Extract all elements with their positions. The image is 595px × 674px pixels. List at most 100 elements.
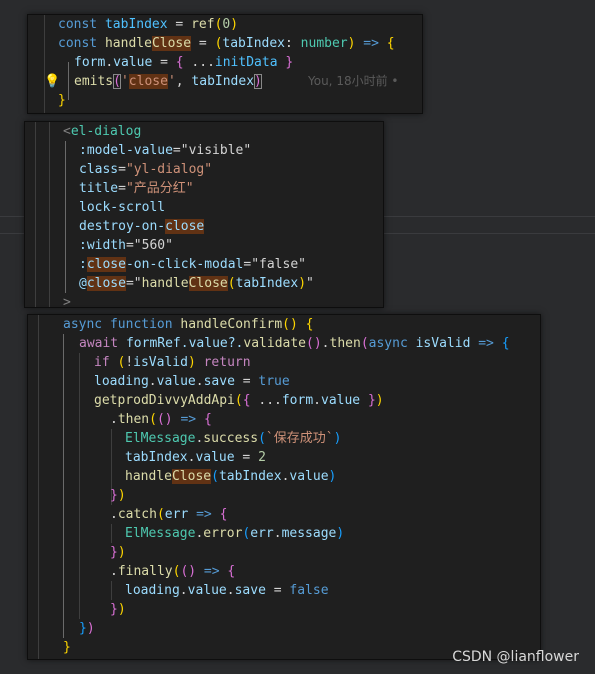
token-bracket: } (79, 621, 87, 636)
token-operator: ... (191, 55, 215, 70)
search-highlight: close (86, 276, 126, 291)
token-tag: el-dialog (70, 124, 142, 139)
token-attribute: :model-value (79, 143, 173, 158)
code-panel-script-top: const tabIndex = ref(0) const handleClos… (27, 14, 423, 114)
code-line: destroy-on-close (79, 217, 205, 236)
token-function: emits (74, 74, 114, 89)
token-punctuation: . (105, 55, 114, 70)
token-number: 2 (258, 450, 266, 465)
token-tag-bracket: < (63, 124, 71, 139)
code-line: <el-dialog (63, 122, 141, 141)
token-string: "产品分红" (125, 181, 194, 196)
token-punctuation: . (273, 526, 282, 541)
token-attribute: lock-scroll (79, 200, 166, 215)
token-keyword: async (63, 317, 103, 332)
token-type: number (300, 36, 348, 51)
token-property: value (156, 374, 196, 389)
code-line: :close-on-click-modal="false" (79, 255, 306, 274)
token-variable: formRef (125, 336, 181, 351)
token-function: getprodDivvyAddApi (94, 393, 235, 408)
token-bracket: ) (187, 355, 204, 370)
token-bracket: { (227, 564, 236, 579)
token-keyword: function (109, 317, 173, 332)
token-bracket: ) (86, 621, 95, 636)
token-function: ref (191, 17, 215, 32)
token-bracket: ) (333, 431, 342, 446)
token-bracket: { (386, 36, 395, 51)
code-line: > (63, 295, 71, 308)
code-editor[interactable]: <el-dialog :model-value="visible" class=… (25, 122, 383, 307)
token-arrow: => (355, 36, 387, 51)
token-bracket: () (156, 412, 173, 427)
token-bracket: } (58, 93, 66, 108)
token-bracket: { (501, 336, 510, 351)
token-variable: tabIndex (218, 469, 282, 484)
token-bracket: { (219, 507, 228, 522)
token-function: handleConfirm (180, 317, 283, 332)
code-line: }) (110, 600, 126, 619)
code-line: }) (110, 543, 126, 562)
code-line: loading.value.save = true (94, 372, 290, 391)
code-line: class="yl-dialog" (79, 160, 212, 179)
token-punctuation: . (226, 583, 235, 598)
token-bracket: ( (258, 431, 266, 446)
code-line: }) (79, 619, 95, 638)
code-line: @close="handleClose(tabIndex)" (79, 274, 314, 293)
token-quote: " (306, 276, 314, 291)
token-arrow: => (196, 564, 228, 579)
token-variable: tabIndex (191, 74, 255, 89)
token-value: "560" (133, 238, 173, 253)
token-property: value (187, 583, 227, 598)
token-bracket: } (110, 488, 118, 503)
code-line: title="产品分红" (79, 179, 194, 198)
token-property: value (113, 55, 153, 70)
token-bracket: ) (328, 469, 337, 484)
token-function: handle (104, 36, 152, 51)
token-string: "yl-dialog" (125, 162, 213, 177)
token-bracket: } (63, 640, 71, 655)
token-bracket: () (180, 564, 197, 579)
token-bracket: ) (336, 526, 345, 541)
token-attribute: -on-click-modal (125, 257, 244, 272)
token-value: "false" (251, 257, 306, 272)
indent-guide (44, 15, 45, 113)
token-variable: loading (94, 374, 149, 389)
token-keyword: const (58, 17, 98, 32)
token-attribute: destroy-on- (79, 219, 166, 234)
code-line: } (63, 638, 71, 657)
token-variable: tabIndex (104, 17, 168, 32)
lightbulb-icon[interactable]: 💡 (44, 72, 60, 91)
token-operator: = (172, 143, 181, 158)
token-string: ' (167, 74, 176, 89)
token-variable: initData (214, 55, 278, 70)
token-function: then (117, 412, 150, 427)
token-function: handle (141, 276, 189, 291)
code-line: emits('close', tabIndex) (74, 72, 262, 91)
token-punctuation: . (110, 507, 118, 522)
token-function: finally (117, 564, 173, 579)
token-bracket: } (110, 602, 118, 617)
code-line: await formRef.value?.validate().then(asy… (79, 334, 510, 353)
token-bracket: ( (109, 355, 126, 370)
git-blame-annotation: You, 18小时前 • (308, 74, 399, 88)
code-line: lock-scroll (79, 198, 165, 217)
code-editor[interactable]: async function handleConfirm() { await f… (28, 315, 540, 659)
token-property: message (281, 526, 337, 541)
code-line: form.value = { ...initData } (74, 53, 293, 72)
token-keyword: return (203, 355, 251, 370)
search-highlight: Close (188, 276, 228, 291)
token-operator: ! (125, 355, 134, 370)
token-punctuation: , (175, 74, 192, 89)
token-bracket: } (110, 545, 118, 560)
token-bracket: ( (227, 276, 236, 291)
token-punctuation: . (313, 393, 321, 408)
token-property: value (195, 450, 235, 465)
token-property: value (321, 393, 361, 408)
token-boolean: false (289, 583, 329, 598)
code-editor[interactable]: const tabIndex = ref(0) const handleClos… (28, 15, 422, 113)
token-function: then (329, 336, 361, 351)
token-attribute: class (79, 162, 119, 177)
token-function: error (203, 526, 243, 541)
code-line: async function handleConfirm() { (63, 315, 313, 334)
code-line: } (58, 91, 66, 110)
